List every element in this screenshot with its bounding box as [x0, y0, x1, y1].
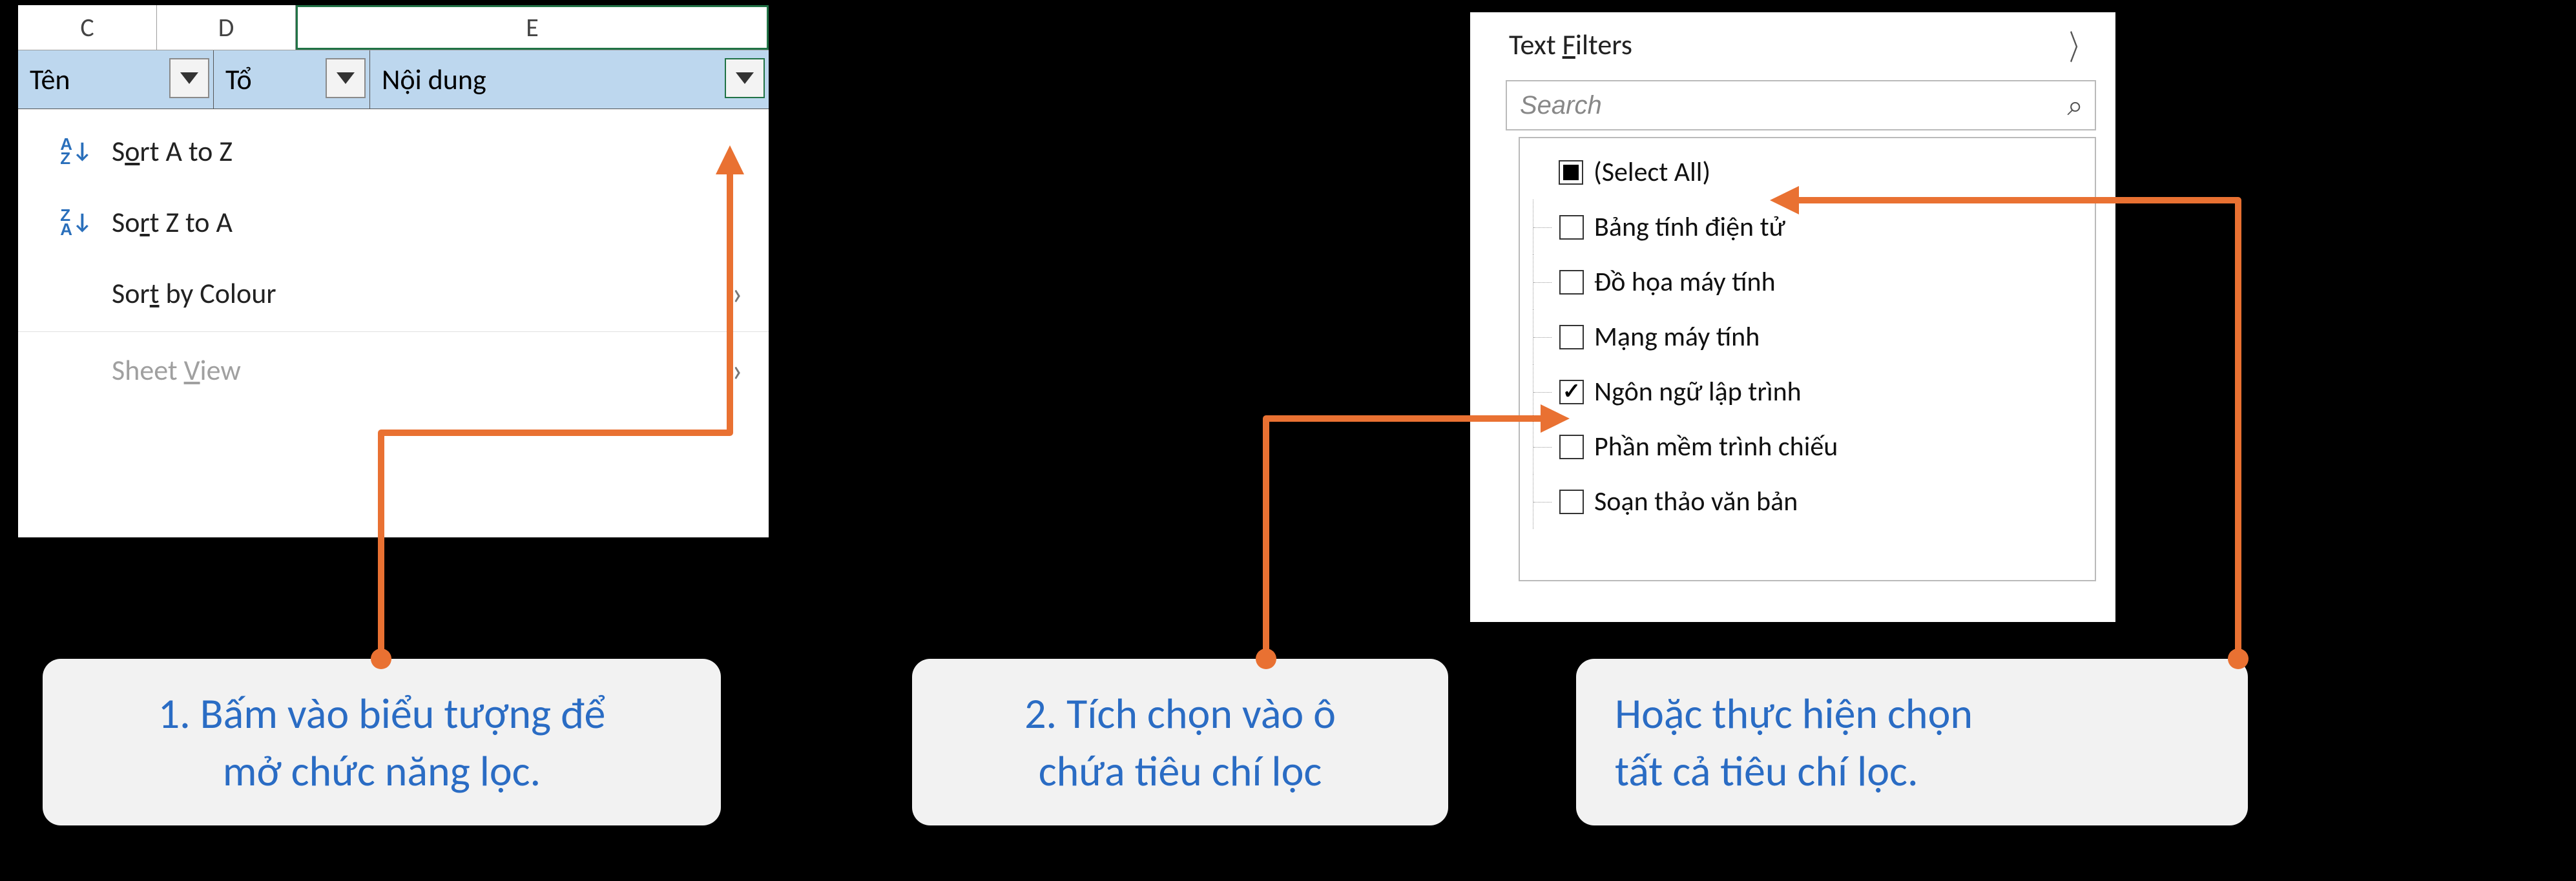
callout-step-2: 2. Tích chọn vào ô chứa tiêu chí lọc	[912, 659, 1448, 825]
filter-item[interactable]: Phần mềm trình chiếu	[1533, 419, 2088, 474]
sort-za-icon: ZA↓	[50, 208, 102, 236]
menu-label: Sort Z to A	[102, 205, 743, 240]
callout-line: 2. Tích chọn vào ô	[1024, 687, 1336, 740]
filter-button-ten[interactable]	[169, 58, 209, 98]
filter-item-label: Soạn thảo văn bản	[1594, 485, 2088, 518]
tree-connector	[1533, 474, 1559, 529]
header-cell-ten: Tên	[18, 50, 214, 109]
menu-sort-az[interactable]: AZ↓ Sort A to Z	[18, 116, 769, 187]
callout-step-3: Hoặc thực hiện chọn tất cả tiêu chí lọc.	[1576, 659, 2248, 825]
search-icon: ⌕	[2067, 88, 2083, 123]
callout-line: 1. Bấm vào biểu tượng để	[158, 687, 606, 740]
column-letter-e[interactable]: E	[296, 5, 769, 50]
text-filters-header[interactable]: Text Filters 〉	[1470, 12, 2115, 77]
tree-connector	[1533, 200, 1559, 254]
checkbox[interactable]	[1559, 270, 1584, 295]
filter-item-label: Phần mềm trình chiếu	[1594, 430, 2088, 463]
search-input[interactable]	[1519, 90, 2067, 121]
search-field[interactable]: ⌕	[1506, 80, 2096, 130]
checkbox[interactable]	[1559, 215, 1584, 240]
callout-line: chứa tiêu chí lọc	[951, 742, 1409, 800]
menu-separator	[18, 331, 769, 332]
header-label: Tổ	[225, 62, 252, 97]
filter-item-label: Đồ họa máy tính	[1594, 265, 2088, 298]
filter-item[interactable]: Đồ họa máy tính	[1533, 254, 2088, 309]
callout-step-1: 1. Bấm vào biểu tượng để mở chức năng lọ…	[43, 659, 721, 825]
text-filters-panel: Text Filters 〉 ⌕ (Select All) Bảng tính …	[1468, 10, 2117, 624]
tree-connector	[1533, 364, 1559, 419]
callout-line: tất cả tiêu chí lọc.	[1615, 742, 2209, 800]
sort-az-icon: AZ↓	[50, 137, 102, 165]
checkbox[interactable]	[1559, 490, 1584, 514]
chevron-down-icon	[180, 72, 198, 84]
menu-sheet-view: Sheet View ›	[18, 335, 769, 406]
menu-sort-za[interactable]: ZA↓ Sort Z to A	[18, 187, 769, 258]
checkbox-mixed[interactable]	[1559, 160, 1583, 185]
callout-line: mở chức năng lọc.	[81, 742, 682, 800]
filter-tree: (Select All) Bảng tính điện tử Đồ họa má…	[1519, 137, 2096, 581]
chevron-right-icon: ›	[732, 351, 743, 390]
chevron-right-icon: 〉	[2069, 21, 2089, 69]
table-header-row: Tên Tổ Nội dung	[18, 50, 769, 109]
filter-item-label: Bảng tính điện tử	[1594, 211, 2088, 244]
filter-button-to[interactable]	[326, 58, 366, 98]
menu-label: Sort A to Z	[102, 134, 743, 169]
header-label: Nội dung	[382, 62, 486, 97]
tree-connector	[1533, 145, 1559, 200]
menu-label: Sheet View	[102, 353, 732, 388]
filter-item[interactable]: Soạn thảo văn bản	[1533, 474, 2088, 529]
header-cell-to: Tổ	[214, 50, 370, 109]
filter-item-label: Mạng máy tính	[1594, 320, 2088, 353]
callout-line: Hoặc thực hiện chọn	[1615, 687, 1973, 740]
filter-item[interactable]: Mạng máy tính	[1533, 309, 2088, 364]
column-letter-d[interactable]: D	[157, 5, 296, 50]
column-letter-row: C D E	[18, 5, 769, 50]
filter-item-checked[interactable]: Ngôn ngữ lập trình	[1533, 364, 2088, 419]
chevron-down-icon	[736, 72, 754, 84]
menu-label: Sort by Colour	[102, 276, 732, 311]
checkbox-checked[interactable]	[1559, 380, 1584, 404]
menu-sort-colour[interactable]: Sort by Colour ›	[18, 258, 769, 329]
sort-menu: AZ↓ Sort A to Z ZA↓ Sort Z to A Sort by …	[18, 109, 769, 406]
header-cell-noidung: Nội dung	[370, 50, 769, 109]
checkbox[interactable]	[1559, 435, 1584, 459]
tree-connector	[1533, 309, 1559, 364]
filter-item-select-all[interactable]: (Select All)	[1533, 145, 2088, 200]
checkbox[interactable]	[1559, 325, 1584, 349]
filter-item-label: Ngôn ngữ lập trình	[1594, 375, 2088, 408]
chevron-right-icon: ›	[732, 274, 743, 313]
filter-item[interactable]: Bảng tính điện tử	[1533, 200, 2088, 254]
text-filters-label: Text Filters	[1509, 27, 2062, 62]
filter-item-label: (Select All)	[1594, 156, 2088, 189]
chevron-down-icon	[337, 72, 355, 84]
excel-sort-panel: C D E Tên Tổ Nội dung AZ↓ Sort	[16, 3, 771, 539]
filter-button-noidung[interactable]	[725, 58, 765, 98]
header-label: Tên	[30, 62, 70, 97]
column-letter-c[interactable]: C	[18, 5, 157, 50]
tree-connector	[1533, 254, 1559, 309]
tree-connector	[1533, 419, 1559, 474]
